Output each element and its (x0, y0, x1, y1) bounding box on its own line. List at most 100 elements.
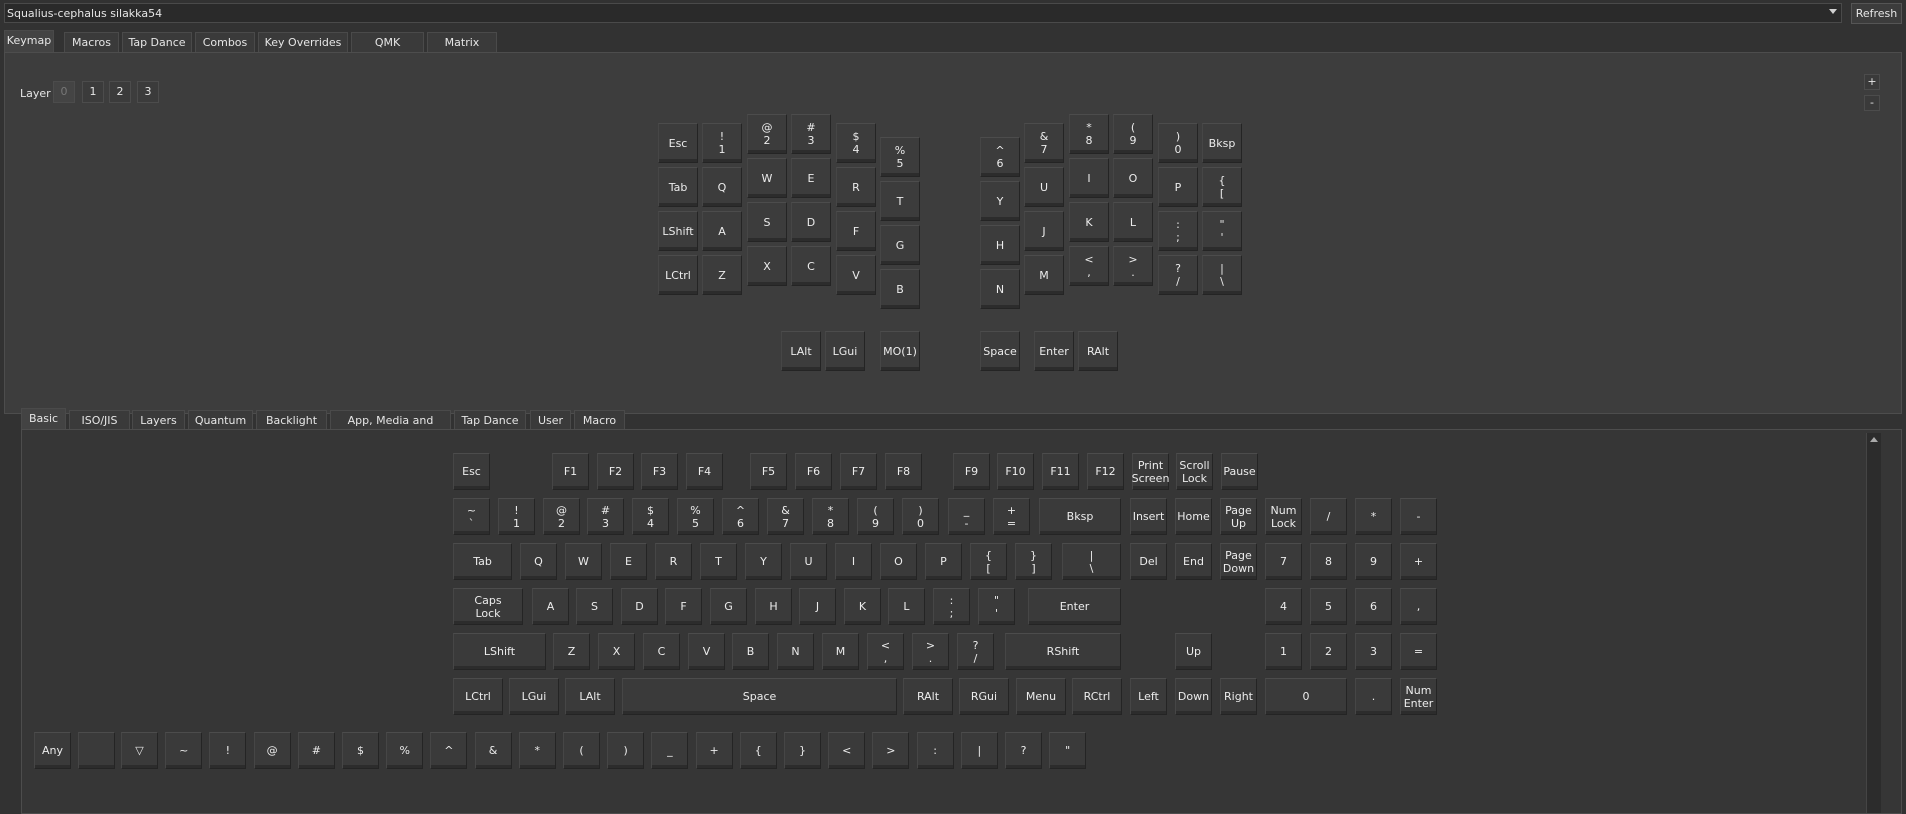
keycode-key-g[interactable]: G (710, 588, 747, 625)
special-key-blank[interactable]: _ (651, 732, 689, 769)
keycode-key-rgui[interactable]: RGui (959, 678, 1009, 715)
keymap-key-t[interactable]: T (880, 181, 920, 221)
keymap-key-space[interactable]: Space (980, 331, 1020, 371)
keycode-key-f11[interactable]: F11 (1042, 453, 1079, 490)
keycode-key-blank[interactable]: _ - (948, 498, 985, 535)
special-key-blank[interactable]: ^ (430, 732, 468, 769)
special-key-blank[interactable]: ( (563, 732, 600, 769)
keycode-key-blank[interactable]: > . (912, 633, 949, 670)
keycode-key-f8[interactable]: F8 (885, 453, 922, 490)
keycode-key-0[interactable]: ) 0 (902, 498, 939, 535)
keymap-key-z[interactable]: Z (702, 255, 742, 295)
keycode-key-blank[interactable]: + = (993, 498, 1030, 535)
tab-macros[interactable]: Macros (64, 32, 119, 53)
keycode-key-num-lock[interactable]: Num Lock (1265, 498, 1302, 535)
special-key-blank[interactable]: # (297, 732, 335, 769)
keymap-key-s[interactable]: S (747, 202, 787, 242)
keycode-key-1[interactable]: ! 1 (498, 498, 535, 535)
keycode-key-insert[interactable]: Insert (1130, 498, 1167, 535)
keycode-key-num-enter[interactable]: Num Enter (1400, 678, 1437, 715)
special-key-blank[interactable]: & (474, 732, 512, 769)
keycode-tab-app-media-and-mouse[interactable]: App, Media and Mouse (330, 410, 451, 447)
special-key-blank[interactable]: ! (209, 732, 247, 769)
keymap-key-7[interactable]: & 7 (1024, 123, 1064, 163)
keymap-key-lshift[interactable]: LShift (658, 211, 698, 251)
keymap-key-esc[interactable]: Esc (658, 123, 698, 163)
keycode-key-f2[interactable]: F2 (597, 453, 634, 490)
keycode-key-9[interactable]: 9 (1355, 543, 1392, 580)
keycode-key-y[interactable]: Y (745, 543, 782, 580)
keymap-key-d[interactable]: D (791, 202, 831, 242)
keymap-key-3[interactable]: # 3 (791, 114, 831, 154)
keycode-tab-backlight[interactable]: Backlight (256, 410, 327, 431)
special-key-blank[interactable]: ) (607, 732, 645, 769)
keymap-key-mo-1[interactable]: MO(1) (880, 331, 920, 371)
keycode-key-menu[interactable]: Menu (1016, 678, 1066, 715)
keycode-key-blank[interactable]: < , (867, 633, 904, 670)
keycode-key-lshift[interactable]: LShift (453, 633, 546, 670)
keycode-key-v[interactable]: V (688, 633, 725, 670)
keycode-key-blank[interactable]: - (1400, 498, 1437, 535)
keymap-key-6[interactable]: ^ 6 (980, 137, 1020, 177)
keycode-tab-macro[interactable]: Macro (574, 410, 625, 431)
keycode-key-blank[interactable]: . (1355, 678, 1392, 715)
keycode-key-6[interactable]: 6 (1355, 588, 1392, 625)
keycode-key-1[interactable]: 1 (1265, 633, 1302, 670)
keycode-key-u[interactable]: U (790, 543, 827, 580)
keycode-key-f9[interactable]: F9 (953, 453, 990, 490)
keycode-key-rshift[interactable]: RShift (1005, 633, 1121, 670)
keycode-key-4[interactable]: 4 (1265, 588, 1302, 625)
keycode-key-o[interactable]: O (880, 543, 917, 580)
keycode-key-blank[interactable]: ? / (957, 633, 994, 670)
keycode-key-s[interactable]: S (576, 588, 613, 625)
keycode-key-blank[interactable]: / (1310, 498, 1347, 535)
keycode-key-5[interactable]: 5 (1310, 588, 1347, 625)
keymap-key-q[interactable]: Q (702, 167, 742, 207)
keymap-key-8[interactable]: * 8 (1069, 114, 1109, 154)
tab-key-overrides[interactable]: Key Overrides (258, 32, 348, 53)
keycode-tab-user[interactable]: User (530, 410, 571, 431)
keycode-key-up[interactable]: Up (1175, 633, 1212, 670)
keymap-key-c[interactable]: C (791, 246, 831, 286)
keymap-key-blank[interactable]: " ' (1202, 211, 1242, 251)
keycode-key-k[interactable]: K (844, 588, 881, 625)
keymap-key-g[interactable]: G (880, 225, 920, 265)
keycode-key-r[interactable]: R (655, 543, 692, 580)
keycode-key-4[interactable]: $ 4 (632, 498, 669, 535)
keycode-key-blank[interactable]: , (1400, 588, 1437, 625)
keycode-key-9[interactable]: ( 9 (857, 498, 894, 535)
keymap-key-m[interactable]: M (1024, 255, 1064, 295)
keycode-key-3[interactable]: # 3 (587, 498, 624, 535)
keymap-key-blank[interactable]: ? / (1158, 255, 1198, 295)
keycode-key-8[interactable]: 8 (1310, 543, 1347, 580)
keymap-key-k[interactable]: K (1069, 202, 1109, 242)
keycode-key-pause[interactable]: Pause (1221, 453, 1258, 490)
keymap-key-lgui[interactable]: LGui (825, 331, 865, 371)
keymap-key-e[interactable]: E (791, 158, 831, 198)
keycode-key-bksp[interactable]: Bksp (1039, 498, 1121, 535)
keycode-key-f4[interactable]: F4 (686, 453, 723, 490)
keycode-key-l[interactable]: L (888, 588, 925, 625)
keycode-key-page-up[interactable]: Page Up (1220, 498, 1257, 535)
keycode-key-blank[interactable]: { [ (970, 543, 1007, 580)
keycode-key-7[interactable]: 7 (1265, 543, 1302, 580)
keycode-key-n[interactable]: N (777, 633, 814, 670)
device-selector[interactable]: Squalius-cephalus silakka54 (4, 3, 1842, 23)
special-key-blank[interactable]: $ (342, 732, 379, 769)
keymap-key-p[interactable]: P (1158, 167, 1198, 207)
keycode-key-scroll-lock[interactable]: Scroll Lock (1176, 453, 1213, 490)
keycode-key-5[interactable]: % 5 (677, 498, 714, 535)
keymap-key-o[interactable]: O (1113, 158, 1153, 198)
keymap-key-i[interactable]: I (1069, 158, 1109, 198)
keycode-key-rctrl[interactable]: RCtrl (1072, 678, 1122, 715)
special-key-blank[interactable]: @ (253, 732, 291, 769)
keycode-key-enter[interactable]: Enter (1028, 588, 1121, 625)
keycode-key-f10[interactable]: F10 (997, 453, 1034, 490)
keycode-key-down[interactable]: Down (1175, 678, 1212, 715)
keymap-key-enter[interactable]: Enter (1034, 331, 1074, 371)
blank-key[interactable] (78, 732, 115, 769)
keycode-key-space[interactable]: Space (622, 678, 897, 715)
keycode-key-home[interactable]: Home (1175, 498, 1212, 535)
keycode-key-m[interactable]: M (822, 633, 859, 670)
keymap-key-5[interactable]: % 5 (880, 137, 920, 177)
